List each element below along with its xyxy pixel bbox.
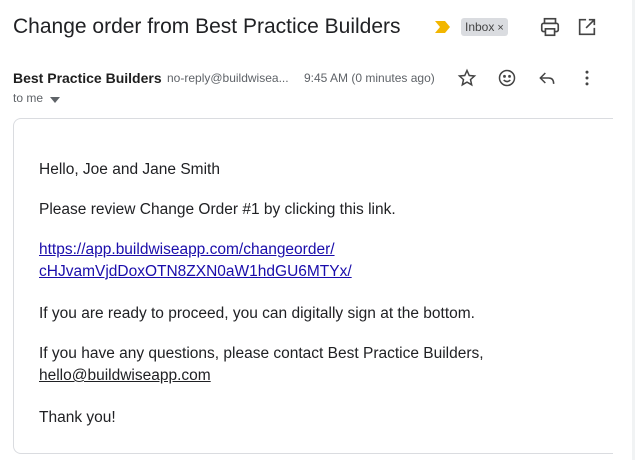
recipient-text: to me xyxy=(13,91,44,105)
importance-marker-icon[interactable] xyxy=(434,20,451,34)
contact-email-link[interactable]: hello@buildwiseapp.com xyxy=(39,367,211,384)
questions-text: If you have any questions, please contac… xyxy=(39,345,484,362)
label-chip-inbox[interactable]: Inbox × xyxy=(461,18,508,36)
print-icon[interactable] xyxy=(539,16,561,38)
proceed-text: If you are ready to proceed, you can dig… xyxy=(39,305,475,322)
questions-paragraph: If you have any questions, please contac… xyxy=(39,343,484,387)
change-order-link[interactable]: https://app.buildwiseapp.com/changeorder… xyxy=(39,239,352,283)
chevron-down-icon xyxy=(50,92,61,106)
greeting-text: Hello, Joe and Jane Smith xyxy=(39,161,220,178)
star-icon[interactable] xyxy=(457,68,477,88)
sent-time: 9:45 AM (0 minutes ago) xyxy=(304,71,435,85)
instruction-text: Please review Change Order #1 by clickin… xyxy=(39,201,396,218)
sender-email[interactable]: no-reply@buildwisea... xyxy=(167,71,295,85)
closing-text: Thank you! xyxy=(39,409,116,426)
more-vert-icon[interactable] xyxy=(577,68,597,88)
recipient-details-toggle[interactable]: to me xyxy=(13,91,61,107)
open-in-new-window-icon[interactable] xyxy=(576,16,598,38)
reply-icon[interactable] xyxy=(537,68,557,88)
emoji-reaction-icon[interactable] xyxy=(497,68,517,88)
email-subject-row: Change order from Best Practice Builders… xyxy=(13,13,625,43)
change-order-link-line-2[interactable]: cHJvamVjdDoxOTN8ZXN0aW1hdGU6MTYx/ xyxy=(39,263,352,280)
sender-name[interactable]: Best Practice Builders xyxy=(13,70,162,86)
remove-label-icon[interactable]: × xyxy=(497,22,503,34)
change-order-link-line-1[interactable]: https://app.buildwiseapp.com/changeorder… xyxy=(39,241,335,258)
sender-row: Best Practice Builders no-reply@buildwis… xyxy=(13,68,605,90)
label-chip-text: Inbox xyxy=(465,20,495,34)
email-body: Hello, Joe and Jane Smith Please review … xyxy=(13,118,613,454)
email-subject: Change order from Best Practice Builders xyxy=(13,15,401,38)
